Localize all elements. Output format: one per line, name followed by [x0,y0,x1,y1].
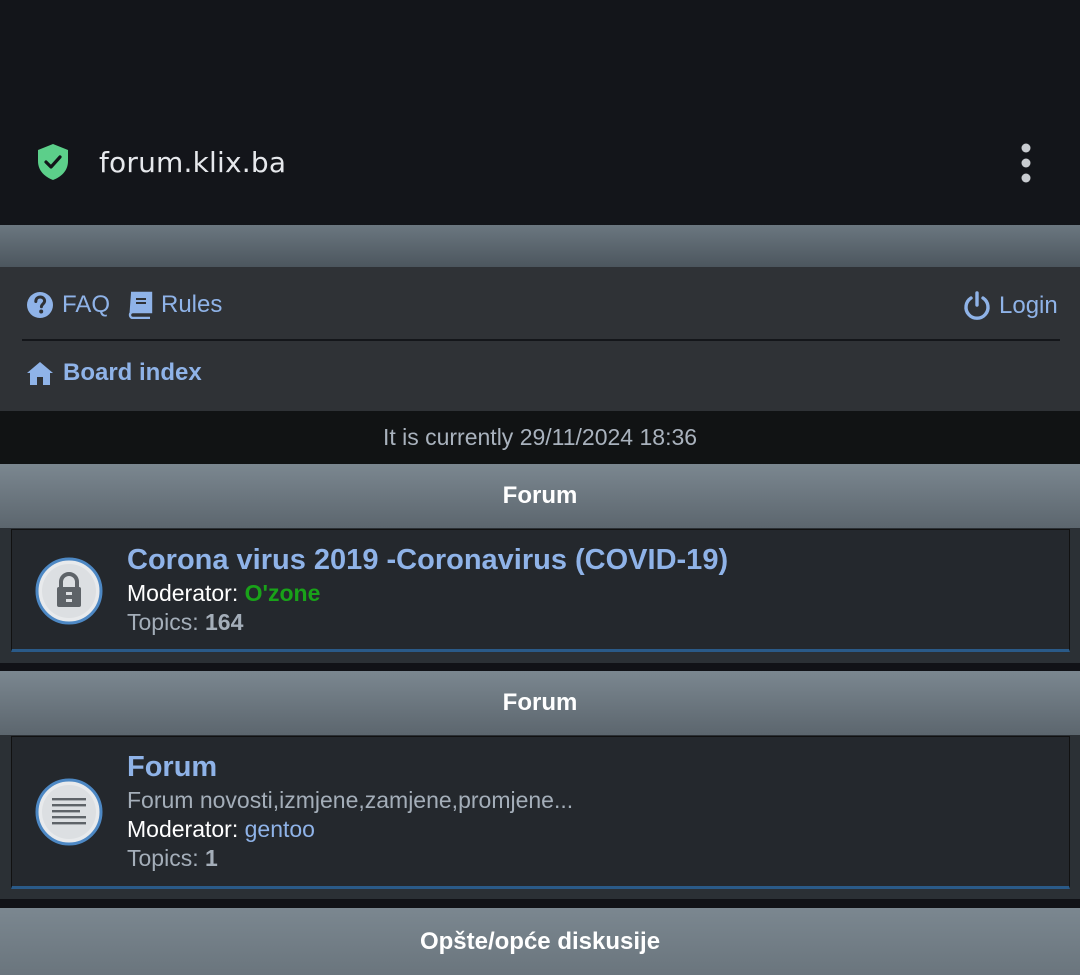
section-gap [0,899,1080,908]
moderator-link[interactable]: gentoo [245,816,315,842]
current-time: It is currently 29/11/2024 18:36 [0,411,1080,464]
section-header-label: Forum [502,689,578,716]
board-index-link[interactable]: Board index [25,359,202,387]
url-text[interactable]: forum.klix.ba [99,146,286,179]
forum-description: Forum novosti,izmjene,zamjene,promjene..… [127,787,574,813]
section-header: Opšte/opće diskusije [0,908,1080,975]
forum-topics: Topics: 1 [127,845,218,872]
rules-label: Rules [161,291,223,318]
shield-check-icon[interactable] [36,143,70,181]
nav-divider [22,339,1060,341]
topics-count: 1 [204,845,218,871]
forum-moderator: Moderator: gentoo [127,816,315,843]
faq-link[interactable]: FAQ [26,291,110,319]
home-icon [27,362,53,385]
forum-topics: Topics: 164 [127,609,243,636]
moderator-label: Moderator: [127,816,245,842]
forum-row[interactable]: Corona virus 2019 -Coronavirus (COVID-19… [11,529,1070,652]
login-link[interactable]: Login [963,291,1058,321]
more-vert-icon[interactable] [1014,142,1038,186]
section-header: Forum [0,671,1080,735]
forum-moderator: Moderator: O'zone [127,580,320,607]
board-index-label: Board index [63,359,202,386]
header-gradient [0,225,1080,267]
moderator-link[interactable]: O'zone [245,580,321,606]
document-icon [35,778,103,846]
forum-row[interactable]: Forum Forum novosti,izmjene,zamjene,prom… [11,736,1070,889]
section-header-label: Opšte/opće diskusije [419,927,661,955]
forum-title-link[interactable]: Corona virus 2019 -Coronavirus (COVID-19… [127,544,728,577]
forum-title-link[interactable]: Forum [127,751,217,784]
section-header: Forum [0,464,1080,528]
login-label: Login [999,292,1058,319]
faq-label: FAQ [62,291,111,318]
power-icon [964,291,990,320]
section-header-label: Forum [502,482,578,509]
topics-label: Topics: [127,845,205,871]
rules-link[interactable]: Rules [125,291,222,319]
question-circle-icon [27,292,53,318]
moderator-label: Moderator: [127,580,245,606]
topics-count: 164 [204,609,244,635]
current-time-text: It is currently 29/11/2024 18:36 [382,424,698,450]
topics-label: Topics: [127,609,205,635]
lock-icon [35,557,103,625]
section-gap [0,663,1080,671]
book-icon [128,291,153,319]
browser-toolbar: forum.klix.ba [0,0,1080,225]
